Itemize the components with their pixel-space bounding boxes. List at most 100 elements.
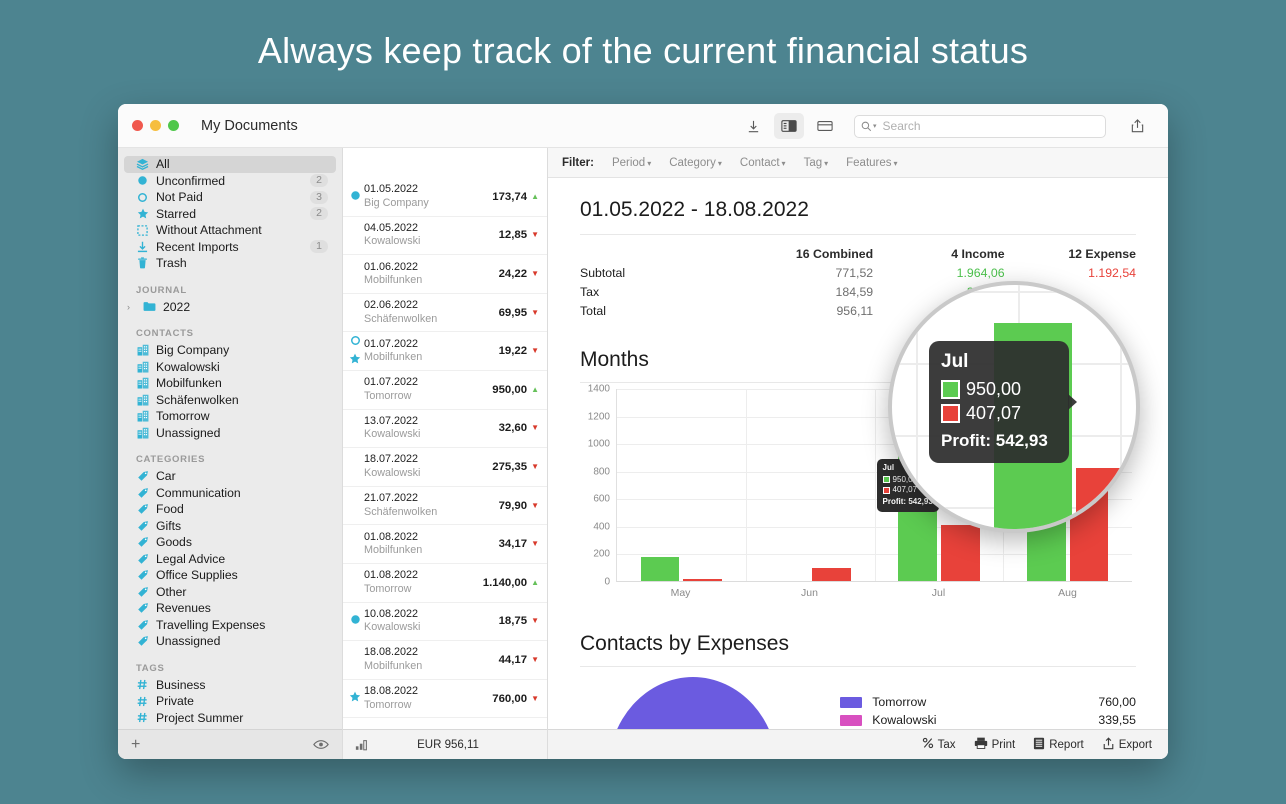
sidebar-item-legal-advice[interactable]: Legal Advice — [124, 551, 336, 568]
sidebar-item-office-supplies[interactable]: Office Supplies — [124, 567, 336, 584]
export-button[interactable]: Export — [1102, 736, 1152, 753]
bar-expense-may[interactable] — [683, 579, 723, 581]
unconfirmed-dot-icon — [350, 188, 361, 206]
close-button[interactable] — [132, 120, 143, 131]
list-item[interactable]: Kowalowski 339,55 — [840, 711, 1136, 729]
legend-swatch-icon — [840, 696, 863, 708]
sidebar-item-unassigned[interactable]: Unassigned — [124, 425, 336, 442]
bar-income-may[interactable] — [640, 557, 680, 581]
sidebar-item-business[interactable]: Business — [124, 677, 336, 694]
maximize-button[interactable] — [168, 120, 179, 131]
share-icon[interactable] — [1122, 113, 1152, 139]
sidebar-item-unassigned[interactable]: Unassigned — [124, 633, 336, 650]
x-tick-label: Aug — [1058, 587, 1077, 599]
table-row[interactable]: 10.08.2022 Kowalowski 18,75 ▼ — [343, 603, 547, 642]
sidebar-footer: + — [118, 729, 342, 759]
sidebar-item-private[interactable]: Private — [124, 693, 336, 710]
tag-icon — [136, 635, 149, 647]
tax-button[interactable]: Tax — [922, 737, 956, 752]
table-row[interactable]: 21.07.2022 Schäfenwolken 79,90 ▼ — [343, 487, 547, 526]
magnifier-content: Jul 950,00 407,07 Profit: 542,93 — [892, 285, 1136, 529]
filter-contact[interactable]: Contact ▾ — [740, 157, 786, 169]
building-icon — [136, 377, 149, 389]
sidebar-item-trash[interactable]: Trash — [124, 255, 336, 272]
filter-tag[interactable]: Tag ▾ — [804, 157, 829, 169]
sidebar-item-starred[interactable]: Starred 2 — [124, 206, 336, 223]
sidebar-item-label: Tomorrow — [156, 409, 210, 424]
row-amount: 173,74 — [492, 190, 528, 203]
report-button[interactable]: Report — [1033, 737, 1084, 753]
table-row[interactable]: 01.06.2022 Mobilfunken 24,22 ▼ — [343, 255, 547, 294]
export-icon — [1102, 736, 1115, 753]
disclosure-chevron-icon[interactable]: › — [127, 302, 136, 312]
sidebar-item-all[interactable]: All — [124, 156, 336, 173]
sidebar-item-big-company[interactable]: Big Company — [124, 342, 336, 359]
sidebar-item-goods[interactable]: Goods — [124, 534, 336, 551]
table-row[interactable]: 18.08.2022 Mobilfunken 44,17 ▼ — [343, 641, 547, 680]
view-split-icon[interactable] — [774, 113, 804, 139]
table-row[interactable]: 04.05.2022 Kowalowski 12,85 ▼ — [343, 217, 547, 256]
sidebar-item-project-summer[interactable]: Project Summer — [124, 710, 336, 727]
table-row[interactable]: 01.08.2022 Mobilfunken 34,17 ▼ — [343, 525, 547, 564]
bar-expense-jul[interactable] — [940, 524, 980, 581]
sidebar-item-food[interactable]: Food — [124, 501, 336, 518]
table-row[interactable]: 18.07.2022 Kowalowski 275,35 ▼ — [343, 448, 547, 487]
sidebar-item-car[interactable]: Car — [124, 468, 336, 485]
search-input[interactable]: ▾ Search — [854, 114, 1106, 138]
sidebar-item-label: Goods — [156, 535, 192, 550]
sidebar-item-recent-imports[interactable]: Recent Imports 1 — [124, 239, 336, 256]
filter-label: Filter: — [562, 156, 594, 169]
eye-icon[interactable] — [313, 739, 329, 750]
filter-period[interactable]: Period ▾ — [612, 157, 651, 169]
chart-y-axis: 0 200 400 600 800 1000 1200 1400 — [580, 384, 614, 588]
minimize-button[interactable] — [150, 120, 161, 131]
table-row[interactable]: 13.07.2022 Kowalowski 32,60 ▼ — [343, 410, 547, 449]
star-icon — [136, 208, 149, 220]
transaction-list[interactable]: 01.05.2022 Big Company 173,74 ▲ 04.05.2022 Ko… — [343, 178, 547, 729]
button-label: Print — [991, 738, 1016, 751]
sidebar-item-not-paid[interactable]: Not Paid 3 — [124, 189, 336, 206]
filter-category[interactable]: Category ▾ — [669, 157, 722, 169]
summary-income: 1.964,06 — [956, 265, 1005, 280]
sidebar-item-sch-fenwolken[interactable]: Schäfenwolken — [124, 392, 336, 409]
table-row[interactable]: 02.06.2022 Schäfenwolken 69,95 ▼ — [343, 294, 547, 333]
sidebar-item-label: Car — [156, 469, 176, 484]
sidebar-item-gifts[interactable]: Gifts — [124, 518, 336, 535]
summary-combined: 956,11 — [836, 303, 874, 318]
download-icon[interactable] — [738, 113, 768, 139]
sidebar-item-2022[interactable]: › 2022 — [124, 299, 336, 316]
tooltip-income-value: 950,00 — [966, 379, 1022, 399]
sidebar-item-unconfirmed[interactable]: Unconfirmed 2 — [124, 173, 336, 190]
detail-footer: Tax Print Report Export — [548, 729, 1168, 759]
sidebar-item-mobilfunken[interactable]: Mobilfunken — [124, 375, 336, 392]
gridline-vertical — [874, 389, 876, 581]
sidebar-item-kowalowski[interactable]: Kowalowski — [124, 359, 336, 376]
list-item[interactable]: Tomorrow 760,00 — [840, 693, 1136, 711]
sidebar-item-revenues[interactable]: Revenues — [124, 600, 336, 617]
sidebar-item-communication[interactable]: Communication — [124, 485, 336, 502]
filter-features[interactable]: Features ▾ — [846, 157, 897, 169]
row-date: 02.06.2022 — [364, 299, 419, 312]
bar-expense-jun[interactable] — [812, 568, 851, 581]
sidebar-item-tomorrow[interactable]: Tomorrow — [124, 408, 336, 425]
sidebar-item-count: 2 — [310, 174, 328, 188]
view-list-icon[interactable] — [810, 113, 840, 139]
bar-chart-icon[interactable] — [355, 739, 369, 751]
plus-icon[interactable]: + — [131, 736, 140, 754]
legend-label: Kowalowski — [872, 713, 937, 727]
contacts-pie-chart[interactable] — [608, 677, 779, 729]
print-button[interactable]: Print — [974, 737, 1016, 752]
table-row[interactable]: 01.05.2022 Big Company 173,74 ▲ — [343, 178, 547, 217]
sidebar-item-without-attachment[interactable]: Without Attachment — [124, 222, 336, 239]
search-scope-chevron-icon[interactable]: ▾ — [873, 122, 877, 130]
y-tick-label: 600 — [593, 493, 610, 505]
table-row[interactable]: 18.08.2022 Tomorrow 760,00 ▼ — [343, 680, 547, 719]
sidebar-scroll[interactable]: All Unconfirmed 2 Not Paid 3 Starred 2 Without … — [118, 148, 342, 729]
sidebar-item-label: Food — [156, 502, 184, 517]
sidebar-item-label: Recent Imports — [156, 239, 239, 254]
table-row[interactable]: 01.07.2022 Mobilfunken 19,22 ▼ — [343, 332, 547, 371]
table-row[interactable]: 01.08.2022 Tomorrow 1.140,00 ▲ — [343, 564, 547, 603]
sidebar-item-other[interactable]: Other — [124, 584, 336, 601]
table-row[interactable]: 01.07.2022 Tomorrow 950,00 ▲ — [343, 371, 547, 410]
sidebar-item-travelling-expenses[interactable]: Travelling Expenses — [124, 617, 336, 634]
